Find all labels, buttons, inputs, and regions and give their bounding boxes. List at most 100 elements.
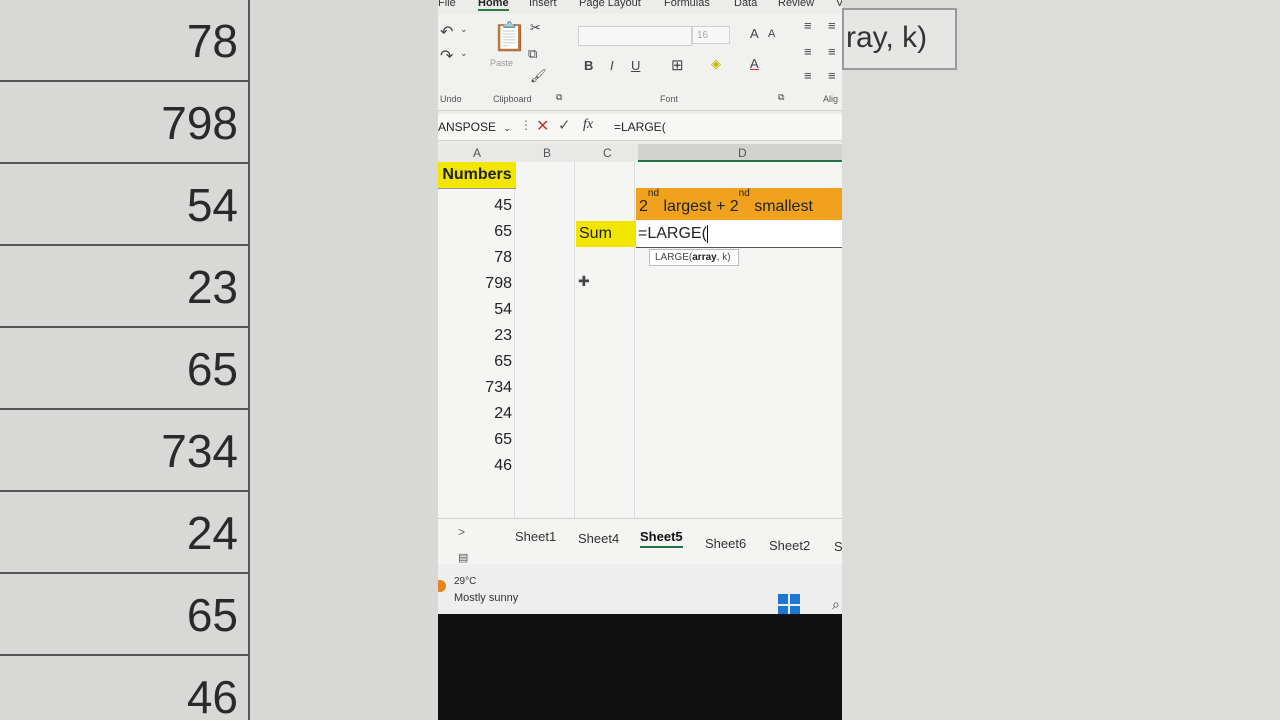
- ribbon: ↶ ⌄ ↷ ⌄ Undo 📋 Paste ✂ ⧉ 🖌 Clipboard ⧉ 1…: [438, 14, 842, 111]
- alignment-group-label: Alig: [823, 94, 839, 104]
- formula-bar: ANSPOSE ⌄ ⋮ ✕ ✓ fx =LARGE(: [438, 114, 842, 141]
- column-header-d[interactable]: D: [738, 146, 747, 160]
- background-cell: 65: [0, 328, 248, 410]
- menu-insert[interactable]: Insert: [529, 0, 557, 9]
- tab-sheet2[interactable]: Sheet2: [769, 538, 810, 553]
- grid-line: [634, 162, 635, 518]
- format-painter-icon[interactable]: 🖌: [530, 68, 547, 84]
- tab-sheet6[interactable]: Sheet6: [705, 536, 746, 551]
- sum-label-cell[interactable]: Sum: [576, 221, 636, 247]
- numbers-header-cell[interactable]: Numbers: [438, 162, 516, 189]
- tooltip-arg-array[interactable]: array: [692, 252, 716, 263]
- enter-icon[interactable]: ✓: [558, 116, 571, 134]
- cell-a12[interactable]: 46: [438, 453, 514, 479]
- column-header-a[interactable]: A: [473, 146, 481, 160]
- borders-icon[interactable]: ⊞: [671, 56, 684, 74]
- name-box-value: ANSPOSE: [438, 120, 497, 134]
- italic-button[interactable]: I: [610, 58, 614, 73]
- menu-home[interactable]: Home: [478, 0, 509, 11]
- column-headers: A B C D: [438, 144, 842, 163]
- copy-icon[interactable]: ⧉: [528, 46, 537, 62]
- function-tooltip[interactable]: LARGE(array, k): [649, 249, 739, 266]
- background-tooltip: ray, k): [842, 8, 957, 70]
- weather-temperature[interactable]: 29°C: [454, 576, 476, 587]
- undo-icon[interactable]: ↶: [440, 22, 453, 42]
- align-center-icon[interactable]: ≡: [828, 44, 836, 59]
- name-box[interactable]: ANSPOSE ⌄: [438, 117, 512, 137]
- menu-more[interactable]: V: [836, 0, 842, 9]
- font-group-label: Font: [660, 94, 679, 104]
- tooltip-rest: , k): [716, 252, 731, 263]
- cut-icon[interactable]: ✂: [530, 20, 541, 36]
- windows-start-icon[interactable]: [778, 594, 800, 616]
- title-superscript: nd: [738, 188, 750, 199]
- excel-window: File Home Insert Page Layout Formulas Da…: [438, 0, 842, 720]
- weather-sun-icon: [438, 580, 446, 592]
- font-launcher-icon[interactable]: ⧉: [778, 92, 784, 103]
- font-name-box[interactable]: [578, 26, 692, 46]
- tab-scroll-arrow[interactable]: >: [458, 525, 465, 539]
- paste-label: Paste: [490, 58, 514, 68]
- decrease-font-icon[interactable]: A: [768, 28, 775, 40]
- redo-dropdown-icon[interactable]: ⌄: [460, 48, 468, 59]
- menu-data[interactable]: Data: [734, 0, 757, 9]
- tab-more[interactable]: S: [834, 539, 842, 554]
- cell-a9[interactable]: 734: [438, 375, 514, 401]
- active-cell-d3[interactable]: =LARGE(: [636, 221, 842, 248]
- column-header-c[interactable]: C: [603, 146, 612, 160]
- align-top-icon[interactable]: ≡: [804, 18, 812, 33]
- font-color-icon[interactable]: A: [750, 56, 759, 71]
- cell-a3[interactable]: 65: [438, 219, 514, 245]
- cell-a11[interactable]: 65: [438, 427, 514, 453]
- undo-group-label: Undo: [440, 94, 462, 104]
- menu-file[interactable]: File: [438, 0, 456, 9]
- active-cell-value: =LARGE(: [638, 225, 707, 242]
- background-cell: 78: [0, 0, 248, 82]
- background-cell: 65: [0, 574, 248, 656]
- weather-description[interactable]: Mostly sunny: [454, 592, 518, 604]
- background-cell: 54: [0, 164, 248, 246]
- cell-a10[interactable]: 24: [438, 401, 514, 427]
- cell-a2[interactable]: 45: [438, 193, 514, 219]
- formula-input[interactable]: =LARGE(: [614, 117, 666, 137]
- orientation-icon[interactable]: ≡: [828, 18, 836, 33]
- background-cell: 46: [0, 656, 248, 720]
- sheet-accessibility-icon[interactable]: ▤: [458, 551, 468, 564]
- background-cell: 798: [0, 82, 248, 164]
- tab-sheet5[interactable]: Sheet5: [640, 529, 683, 548]
- column-header-b[interactable]: B: [543, 146, 551, 160]
- cell-a8[interactable]: 65: [438, 349, 514, 375]
- font-size-box[interactable]: 16: [692, 26, 730, 44]
- fill-color-icon[interactable]: ◈: [711, 56, 721, 72]
- bold-button[interactable]: B: [584, 58, 593, 73]
- paste-icon[interactable]: 📋: [492, 20, 527, 53]
- menu-review[interactable]: Review: [778, 0, 814, 9]
- name-box-dropdown-icon[interactable]: ⌄: [503, 123, 511, 133]
- align-left-icon[interactable]: ≡: [804, 44, 812, 59]
- menu-page-layout[interactable]: Page Layout: [579, 0, 641, 9]
- tab-sheet4[interactable]: Sheet4: [578, 531, 619, 546]
- indent-decrease-icon[interactable]: ≡: [804, 68, 812, 83]
- cell-a5[interactable]: 798: [438, 271, 514, 297]
- title-cell-d2[interactable]: 2nd largest + 2nd smallest: [636, 188, 842, 220]
- cell-a7[interactable]: 23: [438, 323, 514, 349]
- menu-formulas[interactable]: Formulas: [664, 0, 710, 9]
- formula-bar-options-icon[interactable]: ⋮: [520, 118, 532, 132]
- title-superscript: nd: [647, 188, 660, 199]
- clipboard-group-label: Clipboard: [493, 94, 532, 104]
- windows-taskbar: 29°C Mostly sunny ⌕: [438, 564, 842, 616]
- insert-function-button[interactable]: fx: [583, 117, 593, 133]
- background-cell: 734: [0, 410, 248, 492]
- clipboard-launcher-icon[interactable]: ⧉: [556, 92, 562, 103]
- undo-dropdown-icon[interactable]: ⌄: [460, 24, 468, 35]
- indent-increase-icon[interactable]: ≡: [828, 68, 836, 83]
- cancel-icon[interactable]: ✕: [536, 116, 549, 136]
- cell-a4[interactable]: 78: [438, 245, 514, 271]
- redo-icon[interactable]: ↷: [440, 46, 453, 66]
- underline-button[interactable]: U: [631, 58, 640, 73]
- search-icon[interactable]: ⌕: [832, 596, 840, 613]
- tab-sheet1[interactable]: Sheet1: [515, 529, 556, 544]
- cell-a6[interactable]: 54: [438, 297, 514, 323]
- title-part: smallest: [749, 198, 813, 215]
- increase-font-icon[interactable]: A: [750, 26, 759, 41]
